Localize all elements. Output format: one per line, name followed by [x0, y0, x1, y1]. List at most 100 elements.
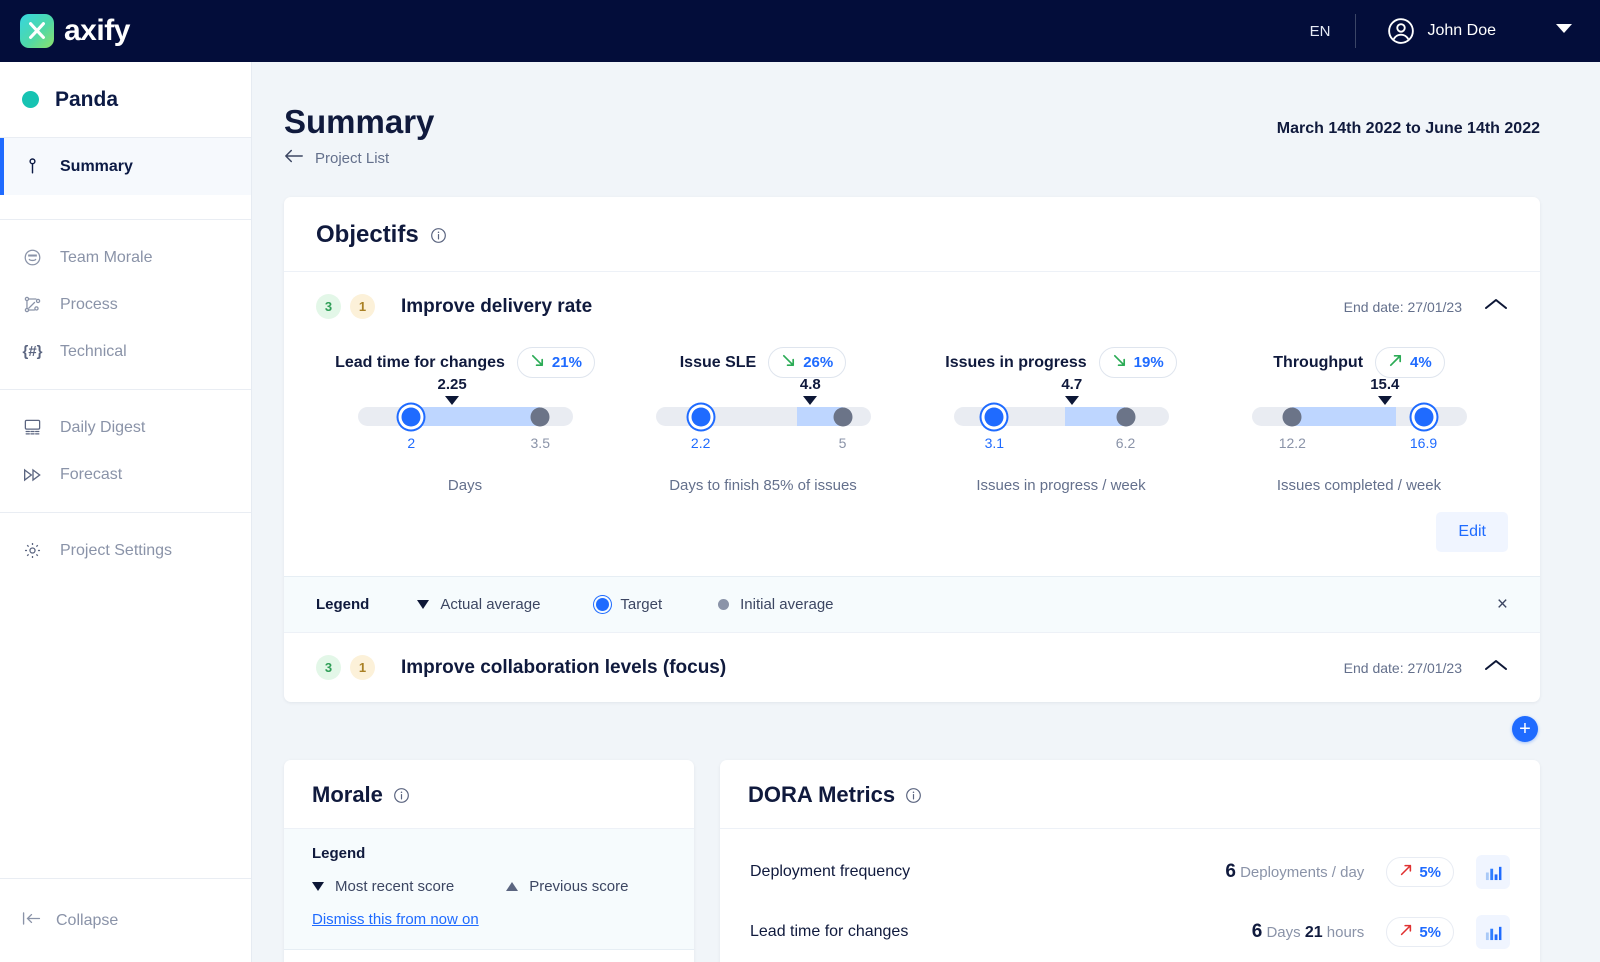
- close-icon[interactable]: ×: [1497, 595, 1508, 614]
- metric-actual-value: 4.7: [1061, 376, 1082, 393]
- spacer: [0, 195, 251, 219]
- slider-track: [656, 407, 871, 426]
- slider-initial-label: 3.5: [531, 435, 550, 451]
- dora-row-right: 6 Deployments / day 5%: [1225, 855, 1510, 889]
- breadcrumb-back[interactable]: Project List: [284, 149, 434, 167]
- sidebar-item-summary[interactable]: Summary: [0, 138, 251, 195]
- slider-target-dot[interactable]: [985, 407, 1004, 426]
- sidebar-item-label: Forecast: [60, 466, 122, 484]
- dora-value-unit: Deployments / day: [1240, 864, 1364, 881]
- brand-logo[interactable]: axify: [20, 14, 130, 48]
- arrow-down-right-icon: [781, 353, 796, 372]
- slider-labels: 12.2 16.9: [1252, 435, 1467, 457]
- user-avatar-icon: [1386, 16, 1416, 46]
- metric-slider[interactable]: 4.8 2.2 5: [656, 407, 871, 457]
- metric-slider[interactable]: 4.7 3.1 6.2: [954, 407, 1169, 457]
- sidebar-item-label: Technical: [60, 343, 127, 361]
- metric-header: Issues in progress 19%: [945, 347, 1176, 378]
- chevron-down-icon[interactable]: [1554, 22, 1574, 40]
- sidebar-item-team-morale[interactable]: Team Morale: [0, 234, 251, 281]
- arrow-up-right-icon: [1399, 923, 1413, 941]
- gray-dot-marker-icon: [718, 599, 729, 610]
- objective-row-header[interactable]: 3 1 Improve delivery rate End date: 27/0…: [284, 272, 1540, 341]
- objectives-legend: Legend Actual average Target Initial ave…: [284, 576, 1540, 632]
- slider-initial-dot: [1116, 407, 1135, 426]
- dora-metric-value: 6 Deployments / day: [1225, 861, 1364, 883]
- sidebar-collapse-button[interactable]: Collapse: [0, 878, 251, 962]
- date-range-label: March 14th 2022 to June 14th 2022: [1277, 104, 1540, 138]
- collapse-label: Collapse: [56, 912, 118, 930]
- metric-trend-value: 21%: [552, 354, 582, 371]
- sidebar-group-reports: Daily Digest Forecast: [0, 390, 251, 512]
- triangle-down-marker: [1065, 396, 1079, 405]
- pin-icon: [22, 156, 43, 177]
- slider-fill: [1292, 407, 1395, 426]
- main-content: Summary Project List March 14th 2022 to …: [252, 62, 1600, 962]
- metric-trend-value: 26%: [803, 354, 833, 371]
- sidebar-item-label: Process: [60, 296, 118, 314]
- sidebar-item-process[interactable]: Process: [0, 281, 251, 328]
- language-selector[interactable]: EN: [1286, 23, 1355, 40]
- chevron-up-icon[interactable]: [1484, 297, 1508, 316]
- plus-icon[interactable]: +: [1512, 716, 1538, 742]
- collapse-left-icon: [22, 911, 41, 931]
- arrow-up-right-icon: [1388, 353, 1403, 372]
- sidebar-item-technical[interactable]: {#} Technical: [0, 328, 251, 375]
- dora-value-number-2: 21: [1305, 924, 1323, 941]
- dismiss-legend-link[interactable]: Dismiss this from now on: [312, 911, 479, 928]
- metric-unit: Days: [448, 477, 482, 494]
- sidebar-item-project-settings[interactable]: Project Settings: [0, 527, 251, 574]
- edit-button[interactable]: Edit: [1436, 512, 1508, 552]
- bar-chart-icon[interactable]: [1476, 915, 1510, 949]
- slider-target-dot[interactable]: [402, 407, 421, 426]
- slider-initial-label: 5: [839, 435, 847, 451]
- sidebar-item-label: Daily Digest: [60, 419, 145, 437]
- info-icon[interactable]: [905, 787, 922, 804]
- info-icon[interactable]: [393, 787, 410, 804]
- metric-trend-chip: 19%: [1099, 347, 1177, 378]
- dora-metric-value: 6 Days 21 hours: [1252, 921, 1365, 943]
- metric-slider[interactable]: 15.4 12.2 16.9: [1252, 407, 1467, 457]
- morale-title: Morale: [312, 782, 383, 808]
- arrow-down-right-icon: [530, 353, 545, 372]
- objective-title: Improve delivery rate: [401, 296, 592, 318]
- dora-value-number: 6: [1252, 921, 1263, 942]
- legend-item-initial-average: Initial average: [718, 596, 833, 613]
- dora-row-deployment-frequency: Deployment frequency 6 Deployments / day…: [720, 829, 1540, 889]
- info-icon[interactable]: [430, 227, 447, 244]
- slider-initial-dot: [531, 407, 550, 426]
- slider-target-dot[interactable]: [691, 407, 710, 426]
- objective-end-date: End date: 27/01/23: [1344, 660, 1462, 676]
- arrow-up-right-icon: [1399, 863, 1413, 881]
- legend-item-label: Target: [620, 596, 662, 613]
- metric-header: Lead time for changes 21%: [335, 347, 595, 378]
- user-menu[interactable]: John Doe: [1356, 16, 1575, 46]
- slider-target-dot[interactable]: [1414, 407, 1433, 426]
- objectives-card: Objectifs 3 1 Improve delivery rate End …: [284, 197, 1540, 702]
- legend-item-label: Actual average: [440, 596, 540, 613]
- slider-target-label: 2: [407, 435, 415, 451]
- sidebar-item-forecast[interactable]: Forecast: [0, 451, 251, 498]
- morale-card-header: Morale: [284, 760, 694, 829]
- legend-label: Legend: [316, 596, 369, 613]
- sidebar-group-main: Summary: [0, 138, 251, 195]
- objective-badge-green: 3: [316, 294, 341, 319]
- sidebar-item-label: Team Morale: [60, 249, 152, 267]
- chevron-up-icon[interactable]: [1484, 658, 1508, 677]
- objective-row-header-2[interactable]: 3 1 Improve collaboration levels (focus)…: [284, 632, 1540, 702]
- dora-value-unit-2: hours: [1327, 924, 1365, 941]
- arrow-down-right-icon: [1112, 353, 1127, 372]
- digest-icon: [22, 417, 43, 438]
- legend-item-most-recent: Most recent score: [312, 878, 454, 895]
- sidebar-item-daily-digest[interactable]: Daily Digest: [0, 404, 251, 451]
- slider-initial-label: 6.2: [1116, 435, 1135, 451]
- fast-forward-icon: [22, 464, 43, 485]
- sidebar-project[interactable]: Panda: [0, 62, 251, 137]
- slider-labels: 3.1 6.2: [954, 435, 1169, 457]
- bar-chart-icon[interactable]: [1476, 855, 1510, 889]
- objectives-title: Objectifs: [316, 221, 419, 249]
- project-status-dot: [22, 91, 39, 108]
- metric-trend-chip: 4%: [1375, 347, 1445, 378]
- metric-slider[interactable]: 2.25 2 3.5: [358, 407, 573, 457]
- morale-score-row: Stress 3.7: [284, 950, 694, 962]
